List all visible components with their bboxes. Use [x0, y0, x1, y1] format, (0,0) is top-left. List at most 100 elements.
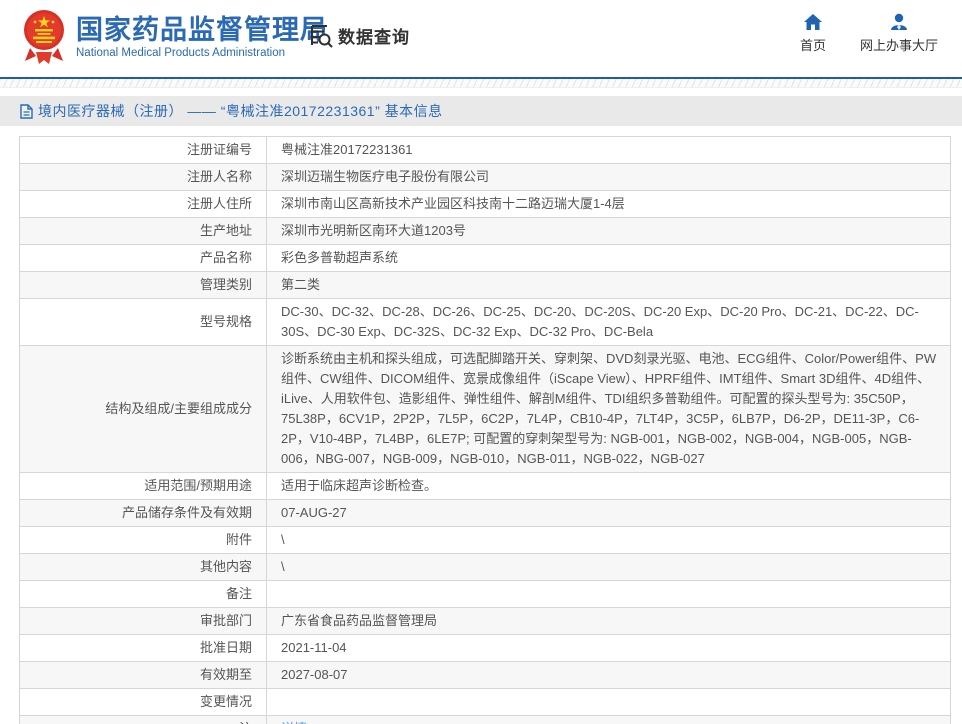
row-label: 型号规格: [19, 298, 267, 346]
table-row: 审批部门 广东省食品药品监督管理局: [19, 607, 951, 635]
row-label-text: 有效期至: [199, 667, 252, 682]
brand-text: 国家药品监督管理局 National Medical Products Admi…: [76, 8, 328, 59]
data-query-entry[interactable]: 数据查询: [307, 22, 410, 49]
row-label: 产品名称: [19, 244, 267, 272]
nav-service-hall-label: 网上办事大厅: [859, 38, 938, 53]
row-value: 深圳市光明新区南环大道1203号: [266, 217, 951, 245]
row-value-text: 07-AUG-27: [281, 505, 347, 520]
row-value: 深圳迈瑞生物医疗电子股份有限公司: [266, 163, 951, 191]
row-label-text: 管理类别: [199, 277, 252, 292]
table-row: 注详情: [19, 715, 951, 724]
table-row: 变更情况: [19, 688, 951, 716]
row-label-text: 注册人住所: [186, 196, 252, 211]
row-value: 2021-11-04: [266, 634, 951, 662]
hatch-stripe-band: [0, 79, 962, 88]
nav-home[interactable]: 首页: [800, 13, 826, 54]
row-label-text: 批准日期: [199, 640, 252, 655]
row-label: 其他内容: [19, 553, 267, 581]
user-icon: [889, 13, 909, 31]
table-row: 其他内容 \: [19, 553, 951, 581]
row-label-text: 附件: [225, 532, 252, 547]
row-value: 适用于临床超声诊断检查。: [266, 472, 951, 500]
row-label-text: 产品储存条件及有效期: [121, 505, 252, 520]
row-value: 详情: [266, 715, 951, 724]
registration-info-panel: 注册证编号 粤械注准20172231361 注册人名称 深圳迈瑞生物医疗电子股份有限公…: [19, 136, 951, 724]
table-row: 产品储存条件及有效期 07-AUG-27: [19, 499, 951, 527]
table-row: 附件 \: [19, 526, 951, 554]
nav-home-label: 首页: [799, 38, 826, 53]
registration-info-table: 注册证编号 粤械注准20172231361 注册人名称 深圳迈瑞生物医疗电子股份有限公…: [19, 136, 951, 724]
row-label-text: 审批部门: [199, 613, 252, 628]
row-value-text: \: [281, 559, 285, 574]
row-value-text: 彩色多普勒超声系统: [281, 250, 399, 265]
row-value-text: \: [281, 532, 285, 547]
row-value-text: 第二类: [281, 277, 321, 292]
row-value-text: 粤械注准20172231361: [281, 142, 413, 157]
row-value-text: 深圳市光明新区南环大道1203号: [281, 223, 466, 238]
national-emblem-icon: [22, 8, 66, 66]
row-value-text: 2021-11-04: [281, 640, 347, 655]
row-value-text: 深圳迈瑞生物医疗电子股份有限公司: [281, 169, 490, 184]
row-value: \: [266, 553, 951, 581]
row-label-text: 型号规格: [199, 314, 252, 329]
top-nav: 首页 网上办事大厅: [800, 13, 938, 54]
row-label: 注册人住所: [19, 190, 267, 218]
row-label-text: 注册人名称: [186, 169, 252, 184]
data-query-icon: [307, 22, 334, 49]
row-label-text: 适用范围/预期用途: [144, 478, 252, 493]
row-value: \: [266, 526, 951, 554]
row-value-text: 诊断系统由主机和探头组成，可选配脚踏开关、穿刺架、DVD刻录光驱、电池、ECG组…: [281, 351, 937, 466]
row-label-text: 注册证编号: [186, 142, 252, 157]
table-row: 批准日期 2021-11-04: [19, 634, 951, 662]
row-label-text: 结构及组成/主要组成成分: [105, 401, 252, 416]
page-title: 境内医疗器械（注册） —— “粤械注准20172231361” 基本信息: [38, 103, 443, 119]
row-label-text: 其他内容: [199, 559, 252, 574]
table-row: 生产地址 深圳市光明新区南环大道1203号: [19, 217, 951, 245]
row-value-text: 适用于临床超声诊断检查。: [281, 478, 438, 493]
row-label: 批准日期: [19, 634, 267, 662]
row-value-text: 2027-08-07: [281, 667, 348, 682]
table-row: 注册人住所 深圳市南山区高新技术产业园区科技南十二路迈瑞大厦1-4层: [19, 190, 951, 218]
table-row: 型号规格 DC-30、DC-32、DC-28、DC-26、DC-25、DC-20、…: [19, 298, 951, 346]
data-query-label: 数据查询: [338, 28, 410, 47]
table-row: 产品名称 彩色多普勒超声系统: [19, 244, 951, 272]
row-value: 深圳市南山区高新技术产业园区科技南十二路迈瑞大厦1-4层: [266, 190, 951, 218]
row-label: 产品储存条件及有效期: [19, 499, 267, 527]
row-value-text: DC-30、DC-32、DC-28、DC-26、DC-25、DC-20、DC-2…: [281, 304, 919, 339]
table-row: 适用范围/预期用途 适用于临床超声诊断检查。: [19, 472, 951, 500]
document-icon: [20, 103, 33, 119]
row-value: [266, 580, 951, 608]
row-label: 适用范围/预期用途: [19, 472, 267, 500]
row-label: 管理类别: [19, 271, 267, 299]
row-value: 粤械注准20172231361: [266, 136, 951, 164]
row-label: 注册证编号: [19, 136, 267, 164]
row-label: 注: [19, 715, 267, 724]
table-row: 结构及组成/主要组成成分 诊断系统由主机和探头组成，可选配脚踏开关、穿刺架、DVD…: [19, 345, 951, 473]
row-label-text: 变更情况: [199, 694, 252, 709]
nav-service-hall[interactable]: 网上办事大厅: [860, 13, 938, 54]
row-label: 审批部门: [19, 607, 267, 635]
info-table-body: 注册证编号 粤械注准20172231361 注册人名称 深圳迈瑞生物医疗电子股份有限公…: [19, 136, 951, 724]
row-label: 生产地址: [19, 217, 267, 245]
row-label: 备注: [19, 580, 267, 608]
row-value: [266, 688, 951, 716]
table-row: 管理类别 第二类: [19, 271, 951, 299]
row-label-text: 产品名称: [199, 250, 252, 265]
row-value: 07-AUG-27: [266, 499, 951, 527]
brand-title-en: National Medical Products Administration: [76, 47, 286, 59]
row-label: 结构及组成/主要组成成分: [19, 345, 267, 473]
row-value: DC-30、DC-32、DC-28、DC-26、DC-25、DC-20、DC-2…: [266, 298, 951, 346]
site-logo[interactable]: 国家药品监督管理局 National Medical Products Admi…: [22, 8, 328, 66]
table-row: 备注: [19, 580, 951, 608]
row-value: 诊断系统由主机和探头组成，可选配脚踏开关、穿刺架、DVD刻录光驱、电池、ECG组…: [266, 345, 951, 473]
row-value: 彩色多普勒超声系统: [266, 244, 951, 272]
table-row: 注册证编号 粤械注准20172231361: [19, 136, 951, 164]
table-row: 注册人名称 深圳迈瑞生物医疗电子股份有限公司: [19, 163, 951, 191]
breadcrumb: 境内医疗器械（注册） —— “粤械注准20172231361” 基本信息: [0, 96, 962, 126]
row-value: 广东省食品药品监督管理局: [266, 607, 951, 635]
row-label-text: 生产地址: [199, 223, 252, 238]
row-value: 第二类: [266, 271, 951, 299]
table-row: 有效期至 2027-08-07: [19, 661, 951, 689]
row-label-text: 备注: [225, 586, 252, 601]
row-label: 变更情况: [19, 688, 267, 716]
